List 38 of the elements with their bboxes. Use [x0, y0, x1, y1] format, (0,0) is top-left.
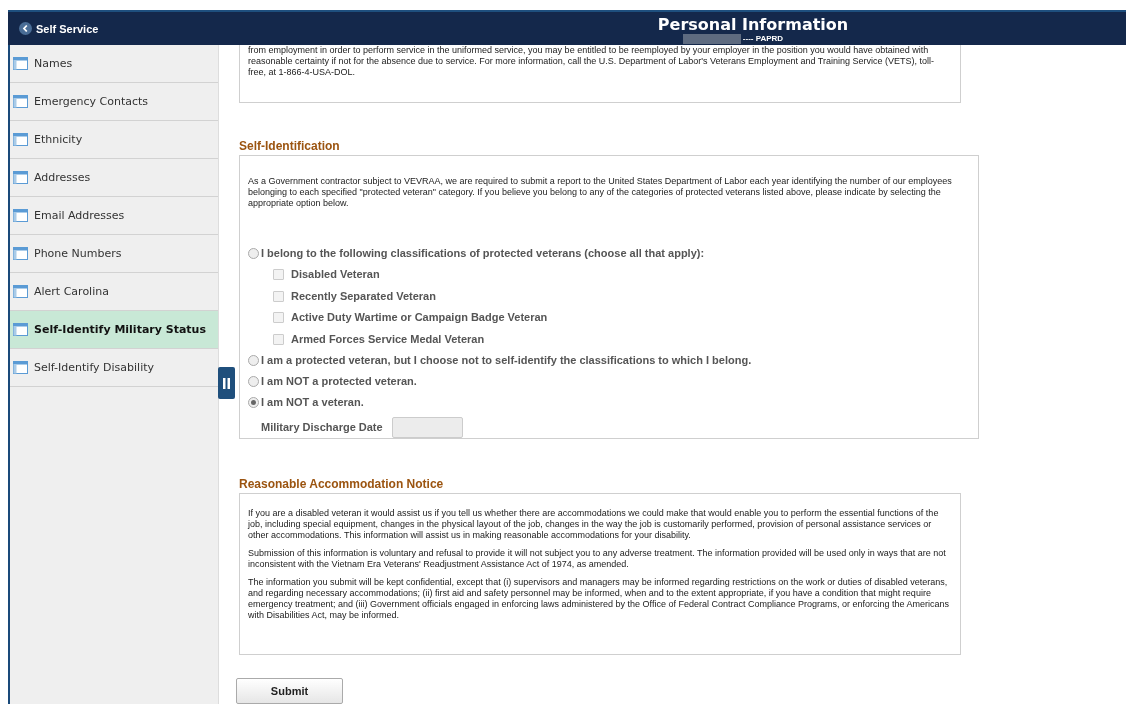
radio-label: I belong to the following classifications of protected veterans (choose all that apply): [261, 248, 705, 260]
page-icon [13, 247, 28, 260]
page-icon [13, 133, 28, 146]
page-icon [13, 323, 28, 336]
back-button[interactable]: Self Service [19, 22, 99, 35]
pause-icon [223, 377, 230, 389]
back-icon [19, 22, 32, 35]
checkbox-label: Recently Separated Veteran [291, 290, 436, 302]
submit-button[interactable]: Submit [236, 678, 343, 704]
section-heading: Reasonable Accommodation Notice [239, 477, 445, 492]
paragraph: As a Government contractor subject to VEVRAA, we are required to submit a report to the United States Department of Labor each year identifying the number of our employees belonging to each specified "protected veteran" category. If you believe you belong to any of the categories of protected veterans listed above, please indicate by selecting the appropriate option below. [248, 176, 953, 210]
checkbox-label: Disabled Veteran [291, 269, 380, 281]
radio-button[interactable] [248, 248, 259, 260]
section-heading: Self-Identification [239, 139, 341, 154]
paragraph: from employment in order to perform service in the uniformed service, you may be entitled to be reemployed by your employer in the position you would have obtained with reasonable certainty if not for the absence due to service. For more information, call the U.S. Department of Labor's Veterans Employment and Training Service (VETS), toll-free, at 1-866-4-USA-DOL. [248, 45, 936, 78]
page-icon [13, 209, 28, 222]
paragraph: Submission of this information is voluntary and refusal to provide it will not subject you to any adverse treatment. The information provided will be used only in ways that are not inconsistent with the Vietnam Era Veterans' Readjustment Assistance Act of 1974, as amended. [248, 548, 947, 571]
page-icon [13, 285, 28, 298]
paragraph: The information you submit will be kept confidential, except that (i) supervisors and managers may be informed regarding restrictions on the work or duties of disabled veterans, and regarding necessary accommodations; (ii) first aid and safety personnel may be informed, when and to the extent appropriate, if you have a condition that might require emergency treatment; and (iii) Government officials engaged in enforcing laws administered by the Office of Federal Contract Compliance Programs, or enforcing the Americans with Disabilities Act, may be informed. [248, 577, 950, 622]
radio-label: I am NOT a veteran. [261, 397, 364, 409]
radio-button[interactable] [248, 397, 259, 409]
collapse-handle[interactable] [218, 367, 235, 399]
page-icon [13, 57, 28, 70]
radio-label: I am NOT a protected veteran. [261, 376, 417, 388]
environment-label: ---- PAPRD [742, 34, 784, 44]
radio-button[interactable] [248, 355, 259, 367]
paragraph: If you are a disabled veteran it would assist us if you tell us whether there are accommodations we could make that would enable you to perform the essential functions of the job, including special equipment, changes in the physical layout of the job, changes in the way the job is customarily performed, provision of personal assistance services or other accommodations. This information will assist us in making reasonable accommodations for your disability. [248, 508, 940, 542]
checkbox-label: Armed Forces Service Medal Veteran [291, 333, 485, 345]
page-title: Personal Information [657, 16, 849, 34]
checkbox-label: Active Duty Wartime or Campaign Badge Veteran [291, 312, 548, 324]
redacted-block [682, 34, 741, 44]
page-icon [13, 95, 28, 108]
page-icon [13, 361, 28, 374]
field-label: Military Discharge Date [261, 422, 383, 434]
radio-label: I am a protected veteran, but I choose not to self-identify the classifications to which I belong. [261, 355, 752, 367]
radio-button[interactable] [248, 376, 259, 388]
page-icon [13, 171, 28, 184]
sidebar-item[interactable]: Self-Identify Military Status [10, 311, 218, 349]
